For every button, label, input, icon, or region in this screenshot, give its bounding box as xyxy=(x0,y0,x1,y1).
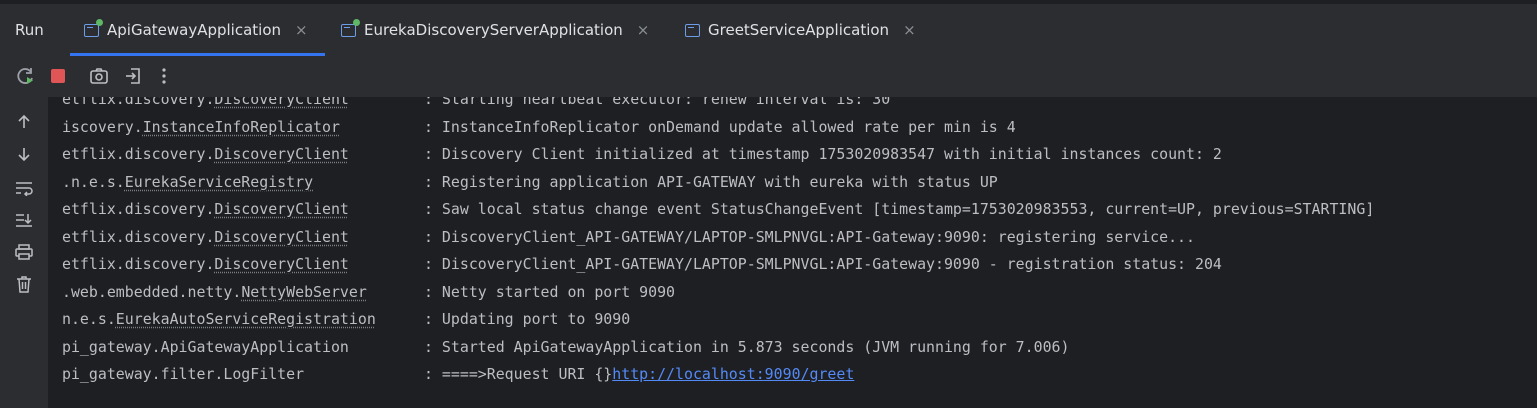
screenshot-icon[interactable] xyxy=(87,64,111,88)
application-run-icon xyxy=(84,18,103,37)
console-line: iscovery.InstanceInfoReplicator: Instanc… xyxy=(62,118,1016,136)
console-line: etflix.discovery.DiscoveryClient: Discov… xyxy=(62,145,1222,163)
more-vertical-icon[interactable] xyxy=(152,64,176,88)
tab-label: EurekaDiscoveryServerApplication xyxy=(364,21,623,39)
run-tool-window-title: Run xyxy=(15,21,44,39)
console-line: etflix.discovery.DiscoveryClient: Saw lo… xyxy=(62,200,1375,218)
rerun-icon[interactable] xyxy=(14,64,38,88)
console-line: .n.e.s.EurekaServiceRegistry: Registerin… xyxy=(62,173,998,191)
application-run-icon xyxy=(341,18,360,37)
scroll-to-end-icon[interactable] xyxy=(12,208,36,232)
console-line: pi_gateway.ApiGatewayApplication: Starte… xyxy=(62,338,1070,356)
run-tab-bar: Run ApiGatewayApplication × EurekaDiscov… xyxy=(0,4,1537,56)
tab-label: ApiGatewayApplication xyxy=(107,21,282,39)
tab-eureka-discovery-server-application[interactable]: EurekaDiscoveryServerApplication × xyxy=(341,4,649,56)
application-icon xyxy=(685,23,700,37)
close-icon[interactable]: × xyxy=(637,21,650,39)
request-uri-link[interactable]: http://localhost:9090/greet xyxy=(612,365,854,383)
console-line: .web.embedded.netty.NettyWebServer: Nett… xyxy=(62,283,676,301)
console-line: etflix.discovery.DiscoveryClient: Discov… xyxy=(62,255,1222,273)
stop-icon[interactable] xyxy=(46,64,70,88)
console-line: etflix.discovery.DiscoveryClient: Discov… xyxy=(62,228,1195,246)
console-line: etflix.discovery.DiscoveryClient: Starti… xyxy=(62,97,891,108)
tab-greet-service-application[interactable]: GreetServiceApplication × xyxy=(685,4,916,56)
tab-label: GreetServiceApplication xyxy=(708,21,890,39)
soft-wrap-icon[interactable] xyxy=(12,176,36,200)
close-icon[interactable]: × xyxy=(903,21,916,39)
tab-api-gateway-application[interactable]: ApiGatewayApplication × xyxy=(70,4,325,56)
console-line: pi_gateway.filter.LogFilter: ====>Reques… xyxy=(62,365,855,383)
run-toolbar xyxy=(0,56,1537,97)
trash-icon[interactable] xyxy=(12,272,36,296)
console-output[interactable]: etflix.discovery.DiscoveryClient: Starti… xyxy=(48,97,1537,408)
print-icon[interactable] xyxy=(12,240,36,264)
console-line: n.e.s.EurekaAutoServiceRegistration: Upd… xyxy=(62,310,631,328)
arrow-up-icon[interactable] xyxy=(12,110,36,134)
close-icon[interactable]: × xyxy=(295,21,308,39)
exit-icon[interactable] xyxy=(121,64,145,88)
console-side-toolbar xyxy=(0,97,48,408)
arrow-down-icon[interactable] xyxy=(12,142,36,166)
